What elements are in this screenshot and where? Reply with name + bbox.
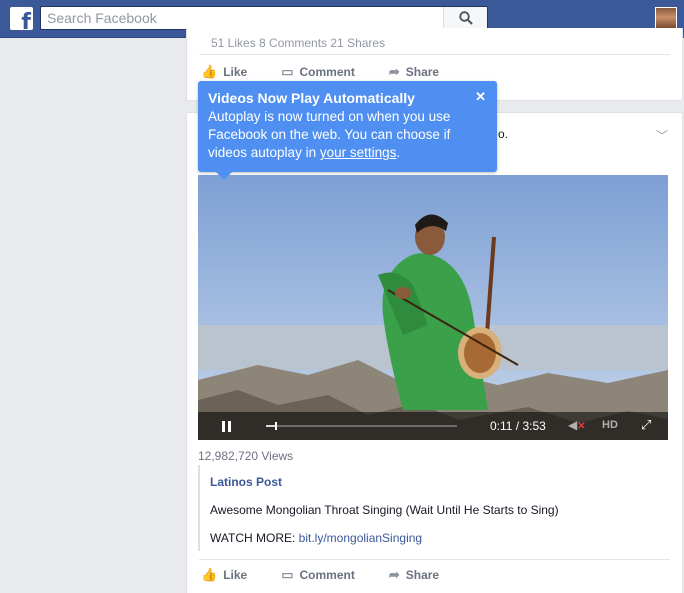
attachment-source-link[interactable]: Latinos Post [210, 475, 282, 489]
thumbs-up-icon: 👍 [201, 64, 218, 79]
tooltip-text-end: . [396, 145, 401, 160]
search-icon [458, 11, 473, 25]
share-button[interactable]: ➦ Share [389, 567, 439, 583]
share-label: Share [405, 568, 440, 582]
view-count: 12,982,720 Views [198, 449, 294, 463]
facebook-logo-icon[interactable]: f [10, 7, 33, 30]
video-progress-fill [266, 425, 275, 427]
share-button[interactable]: ➦ Share [389, 64, 439, 80]
comment-label: Comment [299, 568, 355, 582]
chevron-down-icon[interactable]: ﹀ [656, 127, 668, 144]
comment-button[interactable]: ▭ Comment [281, 64, 355, 80]
comment-icon: ▭ [281, 64, 294, 79]
attachment-title: Awesome Mongolian Throat Singing (Wait U… [210, 503, 559, 517]
like-label: Like [223, 568, 248, 582]
video-progress-bar[interactable] [266, 422, 457, 430]
video-progress-knob[interactable] [274, 422, 277, 430]
comment-icon: ▭ [281, 567, 294, 582]
post-header-text: o. [498, 127, 509, 141]
pause-icon [222, 421, 225, 432]
like-button[interactable]: 👍 Like [201, 567, 247, 583]
tooltip-title: Videos Now Play Automatically [208, 90, 415, 106]
divider [199, 559, 670, 560]
tooltip-body: Autoplay is now turned on when you use F… [208, 108, 478, 162]
post-actions: 👍 Like ▭ Comment ➦ Share [201, 567, 473, 583]
fullscreen-icon[interactable]: ⤢ [641, 417, 651, 433]
video-controls: 0:11 / 3:53 ◀✕ HD ⤢ [198, 412, 668, 440]
settings-link[interactable]: your settings [320, 145, 397, 160]
watch-more-link[interactable]: bit.ly/mongolianSinging [299, 531, 422, 545]
comment-label: Comment [299, 65, 355, 79]
profile-avatar[interactable] [655, 7, 677, 29]
share-icon: ➦ [388, 64, 400, 79]
comment-button[interactable]: ▭ Comment [281, 567, 355, 583]
video-timecode: 0:11 / 3:53 [490, 419, 546, 433]
post-stats[interactable]: 51 Likes 8 Comments 21 Shares [211, 36, 385, 50]
thumbs-up-icon: 👍 [201, 567, 218, 582]
watch-more-label: WATCH MORE: [210, 531, 299, 545]
video-frame [198, 175, 668, 440]
search-button[interactable] [443, 7, 487, 29]
video-player[interactable]: 0:11 / 3:53 ◀✕ HD ⤢ [198, 175, 668, 440]
divider [199, 54, 670, 55]
share-icon: ➦ [388, 567, 400, 582]
search-input[interactable] [41, 7, 441, 29]
hd-button[interactable]: HD [602, 419, 618, 431]
like-button[interactable]: 👍 Like [201, 64, 247, 80]
search-box [40, 6, 488, 30]
post-actions: 👍 Like ▭ Comment ➦ Share [201, 64, 473, 80]
volume-muted-icon[interactable]: ◀✕ [568, 418, 586, 432]
share-label: Share [405, 65, 440, 79]
pause-button[interactable] [222, 421, 232, 432]
video-attachment: Latinos Post Awesome Mongolian Throat Si… [198, 465, 668, 551]
autoplay-tooltip: Videos Now Play Automatically ✕ Autoplay… [198, 81, 497, 180]
close-icon[interactable]: ✕ [475, 89, 486, 105]
attachment-watch-more: WATCH MORE: bit.ly/mongolianSinging [210, 531, 422, 545]
like-label: Like [223, 65, 248, 79]
